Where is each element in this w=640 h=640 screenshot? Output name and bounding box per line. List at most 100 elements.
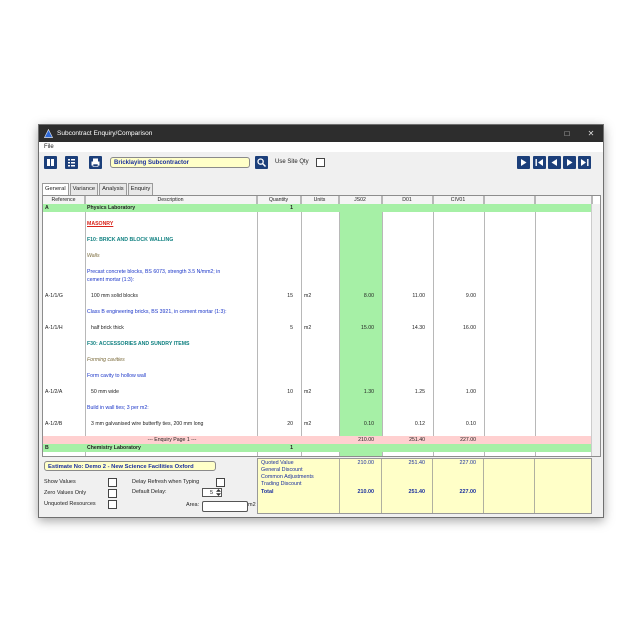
summary-total-label: Total xyxy=(261,489,274,495)
close-button[interactable]: ✕ xyxy=(579,129,603,138)
table-row[interactable]: Build in wall ties; 3 per m2: xyxy=(43,404,592,412)
cell-qty xyxy=(257,332,301,340)
menu-file[interactable]: File xyxy=(44,144,54,150)
table-row[interactable] xyxy=(43,244,592,252)
vertical-scrollbar[interactable] xyxy=(591,204,600,456)
delay-refresh-checkbox[interactable] xyxy=(216,478,225,487)
table-row[interactable] xyxy=(43,332,592,340)
open-book-button[interactable] xyxy=(44,156,57,169)
maximize-button[interactable]: □ xyxy=(555,129,579,138)
print-button[interactable] xyxy=(89,156,102,169)
table-row[interactable] xyxy=(43,316,592,324)
cell-desc xyxy=(85,212,257,220)
tab-enquiry[interactable]: Enquiry xyxy=(127,183,154,195)
header-units[interactable]: Units xyxy=(301,196,339,204)
header-description[interactable]: Description xyxy=(85,196,257,204)
cell-v2 xyxy=(382,252,433,260)
subcontractor-field[interactable]: Bricklaying Subcontractor xyxy=(110,157,250,168)
table-row[interactable]: --- Enquiry Page 1 --- 210.00 251.40 227.00 xyxy=(43,436,592,444)
table-row[interactable] xyxy=(43,412,592,420)
cell-ref xyxy=(43,364,85,372)
comparison-grid[interactable]: Reference Description Quantity Units JS0… xyxy=(42,195,601,457)
table-row[interactable]: F30: ACCESSORIES AND SUNDRY ITEMS xyxy=(43,340,592,348)
nav-first-button[interactable] xyxy=(533,156,546,169)
header-reference[interactable]: Reference xyxy=(43,196,85,204)
table-row[interactable]: cement mortar (1:3): xyxy=(43,276,592,284)
table-row[interactable] xyxy=(43,348,592,356)
cell-ref xyxy=(43,412,85,420)
cell-v3: 0.10 xyxy=(465,421,476,427)
cell-desc: Chemistry Laboratory xyxy=(87,445,141,451)
cell-desc: F30: ACCESSORIES AND SUNDRY ITEMS xyxy=(87,341,190,347)
cell-units xyxy=(301,356,339,364)
header-civ01[interactable]: CIV01 xyxy=(433,196,484,204)
table-row[interactable] xyxy=(43,380,592,388)
tab-variance[interactable]: Variance xyxy=(69,183,99,195)
table-row[interactable]: A-1/2/A 50 mm wide 10 m2 1.30 1.25 1.00 xyxy=(43,388,592,396)
table-row[interactable]: Forming cavities xyxy=(43,356,592,364)
cell-desc: Forming cavities xyxy=(87,357,125,363)
table-row[interactable] xyxy=(43,284,592,292)
table-row[interactable] xyxy=(43,396,592,404)
table-row[interactable]: Walls xyxy=(43,252,592,260)
cell-v3 xyxy=(433,404,484,412)
title-bar: Subcontract Enquiry/Comparison □ ✕ xyxy=(39,125,603,142)
cell-units xyxy=(301,204,339,212)
table-row[interactable] xyxy=(43,428,592,436)
tab-analysis[interactable]: Analysis xyxy=(99,183,127,195)
table-row[interactable]: A-1/1/G 100 mm solid blocks 15 m2 8.00 11.00 9… xyxy=(43,292,592,300)
table-row[interactable] xyxy=(43,364,592,372)
table-row[interactable]: Form cavity to hollow wall xyxy=(43,372,592,380)
table-row[interactable] xyxy=(43,260,592,268)
cell-v3: 9.00 xyxy=(465,293,476,299)
table-row[interactable]: B Chemistry Laboratory 1 xyxy=(43,444,592,452)
summary-divider xyxy=(483,459,484,513)
search-button[interactable] xyxy=(255,156,268,169)
cell-v2 xyxy=(382,412,433,420)
cell-desc xyxy=(85,244,257,252)
cell-v1 xyxy=(339,348,382,356)
use-site-qty-checkbox[interactable] xyxy=(316,158,325,167)
cell-units: m2 xyxy=(304,293,312,299)
zero-values-only-checkbox[interactable] xyxy=(108,489,117,498)
header-d01[interactable]: D01 xyxy=(382,196,433,204)
list-button[interactable] xyxy=(65,156,78,169)
cell-units xyxy=(301,284,339,292)
header-js02[interactable]: JS02 xyxy=(339,196,382,204)
table-row[interactable]: A-1/1/H half brick thick 5 m2 15.00 14.30 16.0… xyxy=(43,324,592,332)
cell-qty xyxy=(257,252,301,260)
area-input[interactable] xyxy=(202,501,248,512)
cell-units xyxy=(301,276,339,284)
header-col9[interactable] xyxy=(535,196,592,204)
bottom-panel: Estimate No: Demo 2 - New Science Facili… xyxy=(42,458,599,514)
cell-desc xyxy=(85,300,257,308)
menu-bar: File xyxy=(39,142,603,152)
show-values-checkbox[interactable] xyxy=(108,478,117,487)
unquoted-resources-checkbox[interactable] xyxy=(108,500,117,509)
nav-next-button[interactable] xyxy=(563,156,576,169)
table-row[interactable]: A Physics Laboratory 1 xyxy=(43,204,592,212)
cell-v1 xyxy=(339,268,382,276)
table-row[interactable] xyxy=(43,300,592,308)
nav-prev-button[interactable] xyxy=(548,156,561,169)
cell-v1: 0.10 xyxy=(363,421,374,427)
default-delay-label: Default Delay: xyxy=(132,489,167,495)
table-row[interactable]: Precast concrete blocks, BS 6073, streng… xyxy=(43,268,592,276)
table-row[interactable]: Class B engineering bricks, BS 3921, in … xyxy=(43,308,592,316)
nav-first-arrow-button[interactable] xyxy=(517,156,530,169)
table-row[interactable]: MASONRY xyxy=(43,220,592,228)
cell-v1: 1.30 xyxy=(363,389,374,395)
cell-units xyxy=(301,252,339,260)
cell-v2 xyxy=(382,284,433,292)
table-row[interactable] xyxy=(43,212,592,220)
unquoted-resources-label: Unquoted Resources xyxy=(44,501,96,507)
spinner-arrows-icon[interactable] xyxy=(215,488,222,497)
header-quantity[interactable]: Quantity xyxy=(257,196,301,204)
table-row[interactable] xyxy=(43,228,592,236)
cell-desc xyxy=(85,228,257,236)
table-row[interactable]: F10: BRICK AND BLOCK WALLING xyxy=(43,236,592,244)
header-col8[interactable] xyxy=(484,196,535,204)
table-row[interactable]: A-1/2/B 3 mm galvanised wire butterfly ti… xyxy=(43,420,592,428)
nav-last-button[interactable] xyxy=(578,156,591,169)
cell-v2: 1.25 xyxy=(414,389,425,395)
